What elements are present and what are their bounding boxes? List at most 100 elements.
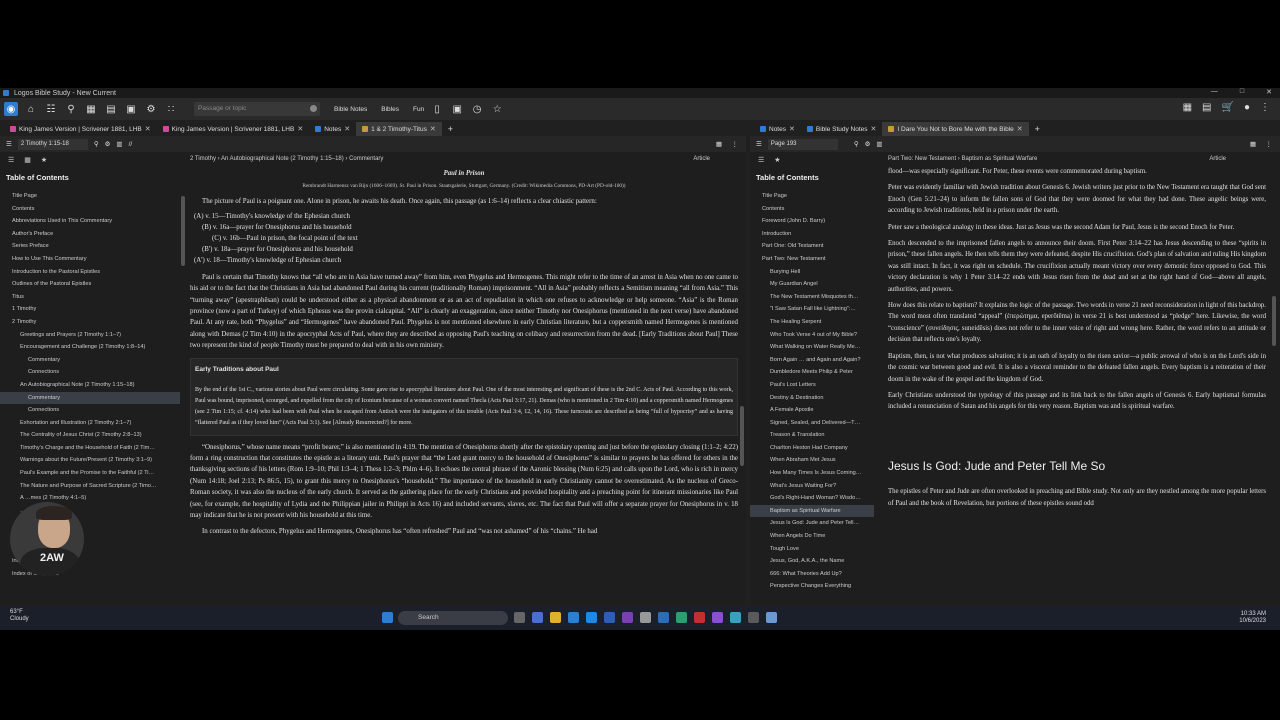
toc-item[interactable]: A Female Apostle <box>750 404 874 417</box>
layout-toggle-icon[interactable]: ▦ <box>1250 140 1256 148</box>
close-tab-icon[interactable]: ✕ <box>297 125 303 133</box>
toc-item[interactable]: Title Page <box>750 190 874 203</box>
toc-item[interactable]: Tough Love <box>750 543 874 556</box>
tab-bible-study-notes[interactable]: Bible Study Notes ✕ <box>801 122 883 136</box>
toc-item[interactable]: The Healing Serpent <box>750 316 874 329</box>
app-icon[interactable] <box>730 612 741 623</box>
toc-item[interactable]: Perspective Changes Everything <box>750 580 874 593</box>
toc-item[interactable]: Abbreviations Used in This Commentary <box>0 215 180 228</box>
tools-icon[interactable]: ⚙ <box>144 102 158 116</box>
maximize-icon[interactable]: □ <box>1240 88 1244 96</box>
toc-item[interactable]: Paul's Example and the Promise to the Fa… <box>0 467 180 480</box>
search-icon[interactable]: ⚲ <box>854 140 859 148</box>
panels-icon[interactable]: ▦ <box>1183 102 1192 113</box>
start-icon[interactable] <box>382 612 393 623</box>
toc-menu-icon[interactable]: ☰ <box>8 156 14 164</box>
toc-item[interactable]: Jesus, God, A.K.A., the Name <box>750 555 874 568</box>
toc-item[interactable]: Encouragement and Challenge (2 Timothy 1… <box>0 341 180 354</box>
passage-search-input[interactable]: Passage or topic <box>194 102 320 116</box>
close-tab-icon[interactable]: ✕ <box>871 125 877 133</box>
toc-item[interactable]: Author's Preface <box>0 228 180 241</box>
toc-item[interactable]: 666: What Theories Add Up? <box>750 568 874 581</box>
toc-item[interactable]: Series Preface <box>0 240 180 253</box>
toc-item[interactable]: Title Page <box>0 190 180 203</box>
library-icon[interactable]: ☷ <box>44 102 58 116</box>
toc-star-icon[interactable]: ★ <box>41 156 47 164</box>
toc-item[interactable]: Signed, Sealed, and Delivered—T… <box>750 417 874 430</box>
visual-filter-icon[interactable]: ⚙ <box>105 140 111 148</box>
toc-item[interactable]: Foreword (John D. Barry) <box>750 215 874 228</box>
app-icon[interactable] <box>712 612 723 623</box>
toc-item[interactable]: Greetings and Prayers (2 Timothy 1:1–7) <box>0 329 180 342</box>
toc-item[interactable]: Contents <box>0 203 180 216</box>
toc-item[interactable]: Introduction <box>750 228 874 241</box>
file-explorer-icon[interactable] <box>550 612 561 623</box>
page-reference-box[interactable]: Page 193 <box>767 138 838 150</box>
notes-icon[interactable]: ▣ <box>124 102 138 116</box>
close-tab-icon[interactable]: ✕ <box>430 125 436 133</box>
copy-icon[interactable]: ▣ <box>450 102 464 116</box>
toc-item[interactable]: How to Use This Commentary <box>0 253 180 266</box>
article-view-button[interactable]: Article <box>693 152 710 166</box>
toc-item[interactable]: Commentary <box>0 354 180 367</box>
panel-options-icon[interactable]: ⋮ <box>1266 140 1273 148</box>
task-view-icon[interactable] <box>514 612 525 623</box>
toc-item[interactable]: Introduction to the Pastoral Epistles <box>0 266 180 279</box>
tab-timothy-titus[interactable]: 1 & 2 Timothy-Titus ✕ <box>356 122 442 136</box>
toc-item[interactable]: Treason & Translation <box>750 429 874 442</box>
layouts-icon[interactable]: ▤ <box>1202 102 1211 113</box>
parallel-icon[interactable]: ▥ <box>116 140 122 148</box>
menu-fun[interactable]: Fun <box>413 106 424 113</box>
toc-menu-icon[interactable]: ☰ <box>758 156 764 164</box>
app-icon[interactable] <box>766 612 777 623</box>
account-avatar[interactable]: ● <box>1244 102 1250 113</box>
toc-grid-icon[interactable]: ▦ <box>24 156 31 164</box>
tab-i-dare-you[interactable]: I Dare You Not to Bore Me with the Bible… <box>882 122 1029 136</box>
word-icon[interactable] <box>604 612 615 623</box>
toc-item[interactable]: Baptism as Spiritual Warfare <box>750 504 874 518</box>
close-tab-icon[interactable]: ✕ <box>789 125 795 133</box>
bookmark-icon[interactable]: ▥ <box>876 140 882 148</box>
close-tab-icon[interactable]: ✕ <box>344 125 350 133</box>
toc-item[interactable]: Contents <box>750 203 874 216</box>
close-tab-icon[interactable]: ✕ <box>1017 125 1023 133</box>
tab-kjv-2[interactable]: King James Version | Scrivener 1881, LHB… <box>157 122 310 136</box>
toc-item[interactable]: A …mes (2 Timothy 4:1–5) <box>0 492 180 505</box>
panel-options-icon[interactable]: ⋮ <box>732 140 739 148</box>
history-icon[interactable]: ◷ <box>470 102 484 116</box>
close-tab-icon[interactable]: ✕ <box>145 125 151 133</box>
layout-toggle-icon[interactable]: ▦ <box>716 140 722 148</box>
toc-star-icon[interactable]: ★ <box>774 156 780 164</box>
onenote-icon[interactable] <box>622 612 633 623</box>
search-icon[interactable]: ⚲ <box>64 102 78 116</box>
toc-item[interactable]: Dumbledore Meets Philip & Peter <box>750 366 874 379</box>
menu-bibles[interactable]: Bibles <box>381 106 399 113</box>
tab-notes-right[interactable]: Notes ✕ <box>754 122 801 136</box>
toc-item[interactable]: Commentary <box>0 391 180 405</box>
toc-item[interactable]: God's Right-Hand Woman? Wisdo… <box>750 492 874 505</box>
toc-item[interactable]: 1 Timothy <box>0 303 180 316</box>
toc-item[interactable]: How Many Times Is Jesus Coming… <box>750 467 874 480</box>
logos-taskbar-icon[interactable] <box>658 612 669 623</box>
app-icon[interactable] <box>748 612 759 623</box>
article-view-button[interactable]: Article <box>1209 152 1226 166</box>
toc-item[interactable]: Titus <box>0 291 180 304</box>
toc-item[interactable]: The New Testament Misquotes th… <box>750 291 874 304</box>
app-icon[interactable] <box>676 612 687 623</box>
app-icon[interactable] <box>640 612 651 623</box>
apps-grid-icon[interactable]: ∷ <box>164 102 178 116</box>
toc-item[interactable]: When Angels Do Time <box>750 530 874 543</box>
panel-menu-icon[interactable]: ☰ <box>756 140 762 148</box>
app-icon[interactable] <box>694 612 705 623</box>
toc-item[interactable]: An Autobiographical Note (2 Timothy 1:15… <box>0 379 180 392</box>
reference-box[interactable]: 2 Timothy 1:15-18 <box>17 138 88 150</box>
tab-notes[interactable]: Notes ✕ <box>309 122 356 136</box>
edge-icon[interactable] <box>568 612 579 623</box>
toc-item[interactable]: Charlton Heston Had Company <box>750 442 874 455</box>
toc-item[interactable]: Part One: Old Testament <box>750 240 874 253</box>
layout-icon[interactable]: ▯ <box>430 102 444 116</box>
menu-bible-notes[interactable]: Bible Notes <box>334 106 367 113</box>
link-icon[interactable]: // <box>129 141 133 148</box>
toc-item[interactable]: Connections <box>0 404 180 417</box>
toc-item[interactable]: What Walking on Water Really Me… <box>750 341 874 354</box>
